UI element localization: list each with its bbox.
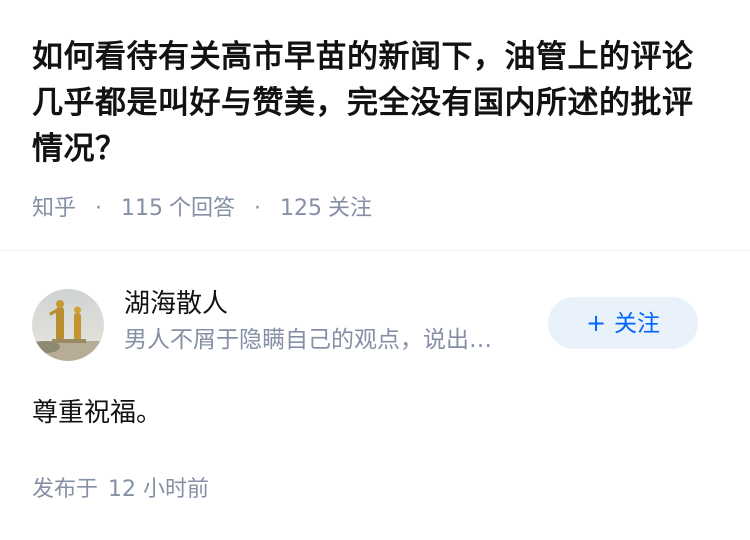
avatar[interactable] <box>32 289 104 361</box>
followers-label: 关注 <box>328 196 373 221</box>
author-row: 湖海散人 男人不屑于隐瞒自己的观点，说出… + 关注 <box>32 285 718 365</box>
question-meta: 知乎 · 115 个回答 · 125 关注 <box>32 194 722 224</box>
answer-card: 湖海散人 男人不屑于隐瞒自己的观点，说出… + 关注 <box>32 285 718 365</box>
source-label: 知乎 <box>32 196 77 221</box>
statue-avatar-icon <box>32 289 104 361</box>
question-header: 如何看待有关高市早苗的新闻下，油管上的评论几乎都是叫好与赞美，完全没有国内所述的… <box>32 34 722 224</box>
section-divider <box>0 250 750 251</box>
meta-separator: · <box>95 196 103 221</box>
author-name[interactable]: 湖海散人 <box>124 285 544 323</box>
answer-footer: 发布于 12 小时前 <box>32 474 209 506</box>
posted-time: 12 小时前 <box>108 477 210 502</box>
posted-prefix: 发布于 <box>32 477 99 502</box>
follow-button[interactable]: + 关注 <box>548 297 698 349</box>
answer-content: 尊重祝福。 <box>32 398 163 428</box>
author-bio: 男人不屑于隐瞒自己的观点，说出… <box>124 327 492 353</box>
follow-label: 关注 <box>614 311 661 337</box>
author-info: 湖海散人 男人不屑于隐瞒自己的观点，说出… <box>124 285 544 357</box>
plus-icon: + <box>585 309 607 337</box>
question-title[interactable]: 如何看待有关高市早苗的新闻下，油管上的评论几乎都是叫好与赞美，完全没有国内所述的… <box>32 34 722 172</box>
followers-count: 125 <box>280 196 323 221</box>
zhihu-answer-page: 如何看待有关高市早苗的新闻下，油管上的评论几乎都是叫好与赞美，完全没有国内所述的… <box>0 0 750 540</box>
answers-count: 115 <box>121 196 164 221</box>
meta-separator: · <box>254 196 262 221</box>
answers-label: 个回答 <box>169 196 236 221</box>
